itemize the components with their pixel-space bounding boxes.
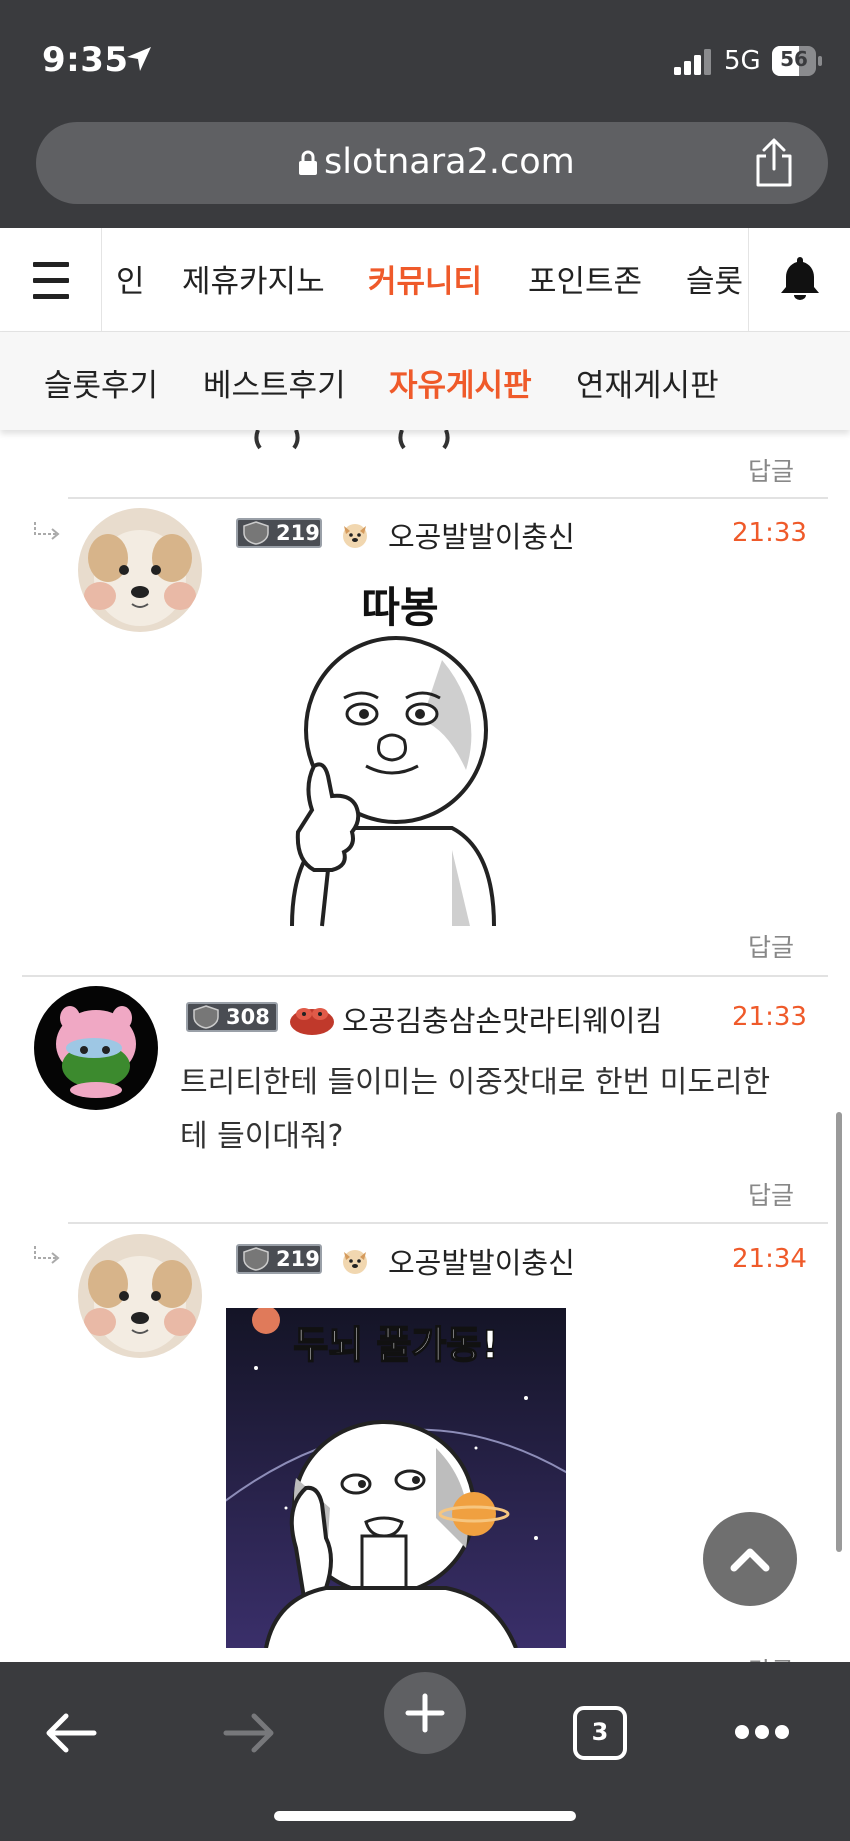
board-sub-nav: 슬롯후기 베스트후기 자유게시판 연재게시판 <box>0 332 850 430</box>
home-indicator <box>274 1811 576 1821</box>
tab-switcher-button[interactable]: 3 <box>573 1706 627 1760</box>
battery-level: 56 <box>780 47 808 71</box>
comment-list: 답글 219 오공발발이충신 21:33 따봉 답글 308 오공김충삼손맛라티… <box>0 430 850 1662</box>
comment-author[interactable]: 오공김충삼손맛라티웨이킴 <box>342 998 662 1040</box>
level-number: 219 <box>276 521 320 545</box>
level-badge: 308 <box>186 1002 278 1032</box>
dog-avatar-image <box>78 1234 202 1358</box>
nav-item-partial-left[interactable]: 인 <box>116 256 145 301</box>
forward-arrow-icon[interactable] <box>222 1712 276 1754</box>
level-badge: 219 <box>236 1244 322 1274</box>
reply-link[interactable]: 답글 <box>748 452 794 488</box>
nav-scroll-area[interactable]: 인 제휴카지노 커뮤니티 포인트존 슬롯 <box>102 228 748 332</box>
hamburger-menu-button[interactable] <box>0 228 102 332</box>
share-icon[interactable] <box>752 138 796 188</box>
comment-time: 21:33 <box>732 1002 807 1032</box>
url-text: slotnara2.com <box>324 142 575 182</box>
level-number: 308 <box>226 1005 270 1029</box>
comment-time: 21:33 <box>732 518 807 548</box>
more-options-icon[interactable] <box>734 1724 790 1740</box>
comment-text-line-2: 테 들이대줘? <box>180 1119 344 1154</box>
comment-time: 21:34 <box>732 1244 807 1274</box>
reply-indent-icon <box>34 1246 60 1264</box>
comment-author[interactable]: 오공발발이충신 <box>388 1240 575 1282</box>
reply-link[interactable]: 답글 <box>748 928 794 964</box>
scrollbar-thumb[interactable] <box>836 1112 842 1552</box>
level-number: 219 <box>276 1247 320 1271</box>
sticker-thumbs-up: 따봉 <box>290 583 496 927</box>
bell-icon <box>781 257 819 300</box>
tab-count: 3 <box>591 1718 609 1746</box>
nav-item-slot[interactable]: 슬롯 <box>686 256 743 301</box>
comment-author[interactable]: 오공발발이충신 <box>388 514 575 556</box>
pepe-frog-icon <box>290 1008 334 1035</box>
frog-avatar-image <box>34 986 158 1110</box>
sub-nav-best-review[interactable]: 베스트후기 <box>203 360 346 405</box>
level-shield-icon <box>243 521 269 545</box>
nav-item-partner-casino[interactable]: 제휴카지노 <box>182 256 325 301</box>
cellular-signal-icon <box>674 49 711 75</box>
lock-icon <box>299 150 317 175</box>
reply-link[interactable]: 답글 <box>748 1176 794 1212</box>
sticker-brain-full-power: 두뇌 풀가동! <box>226 1308 566 1648</box>
sub-nav-free-board[interactable]: 자유게시판 <box>389 360 532 405</box>
browser-chrome: 9:35 5G 56 slotnara2.com <box>0 0 850 228</box>
location-arrow-icon <box>127 47 151 71</box>
reply-link[interactable]: 답글 <box>748 1652 794 1662</box>
status-time: 9:35 <box>42 40 129 80</box>
new-tab-button[interactable] <box>384 1672 466 1754</box>
level-badge: 219 <box>236 518 322 548</box>
avatar[interactable] <box>78 508 202 632</box>
back-arrow-icon[interactable] <box>44 1712 98 1754</box>
divider <box>68 497 828 499</box>
avatar[interactable] <box>34 986 158 1110</box>
sticker-caption: 따봉 <box>361 583 438 632</box>
sub-nav-serial-board[interactable]: 연재게시판 <box>576 360 719 405</box>
comment-text-line-1: 트리티한테 들이미는 이중잣대로 한번 미도리한 <box>180 1065 771 1100</box>
sub-nav-slot-review[interactable]: 슬롯후기 <box>44 360 158 405</box>
reply-indent-icon <box>34 522 60 540</box>
sticker-partial <box>254 430 450 450</box>
divider <box>22 975 828 977</box>
level-shield-icon <box>193 1005 219 1029</box>
hamburger-icon <box>33 262 69 267</box>
nav-item-community[interactable]: 커뮤니티 <box>368 256 482 301</box>
nav-item-point-zone[interactable]: 포인트존 <box>528 256 642 301</box>
sticker-caption: 두뇌 풀가동! <box>293 1323 498 1367</box>
notification-button[interactable] <box>748 228 850 332</box>
dog-face-icon <box>343 1250 367 1274</box>
dog-avatar-image <box>78 508 202 632</box>
dog-face-icon <box>343 524 367 548</box>
network-type: 5G <box>724 46 761 76</box>
site-main-nav: 인 제휴카지노 커뮤니티 포인트존 슬롯 <box>0 228 850 332</box>
chevron-up-icon <box>730 1548 770 1572</box>
avatar[interactable] <box>78 1234 202 1358</box>
divider <box>68 1222 828 1224</box>
scroll-to-top-button[interactable] <box>703 1512 797 1606</box>
level-shield-icon <box>243 1247 269 1271</box>
